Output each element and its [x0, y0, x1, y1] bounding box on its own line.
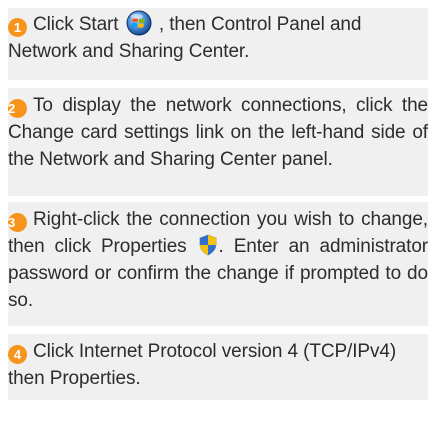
step-4-number-badge: 4: [8, 345, 27, 364]
step-1-text: 1 Click Start , then Control Panel and N…: [8, 10, 428, 65]
step-1-number-badge: 1: [8, 18, 27, 37]
step-3-text: 3 Right-click the connection you wish to …: [8, 206, 428, 314]
step-2: 2 To display the network connections, cli…: [8, 88, 428, 196]
step-3: 3 Right-click the connection you wish to …: [8, 202, 428, 326]
step-2-text: 2 To display the network connections, cli…: [8, 92, 428, 173]
step-4: 4 Click Internet Protocol version 4 (TCP/…: [8, 334, 428, 400]
step-1: 1 Click Start , then Control Panel and N…: [8, 8, 428, 80]
step-3-number-badge: 3: [8, 213, 27, 232]
windows-start-orb-icon: [126, 10, 152, 36]
step-4-text-body: Click Internet Protocol version 4 (TCP/I…: [8, 341, 397, 389]
step-2-text-body: To display the network connections, clic…: [8, 95, 428, 170]
uac-shield-icon: [198, 234, 218, 256]
step-4-text: 4 Click Internet Protocol version 4 (TCP/…: [8, 338, 428, 392]
step-1-text-start: Click Start: [33, 14, 124, 35]
step-2-number-badge: 2: [8, 99, 27, 118]
